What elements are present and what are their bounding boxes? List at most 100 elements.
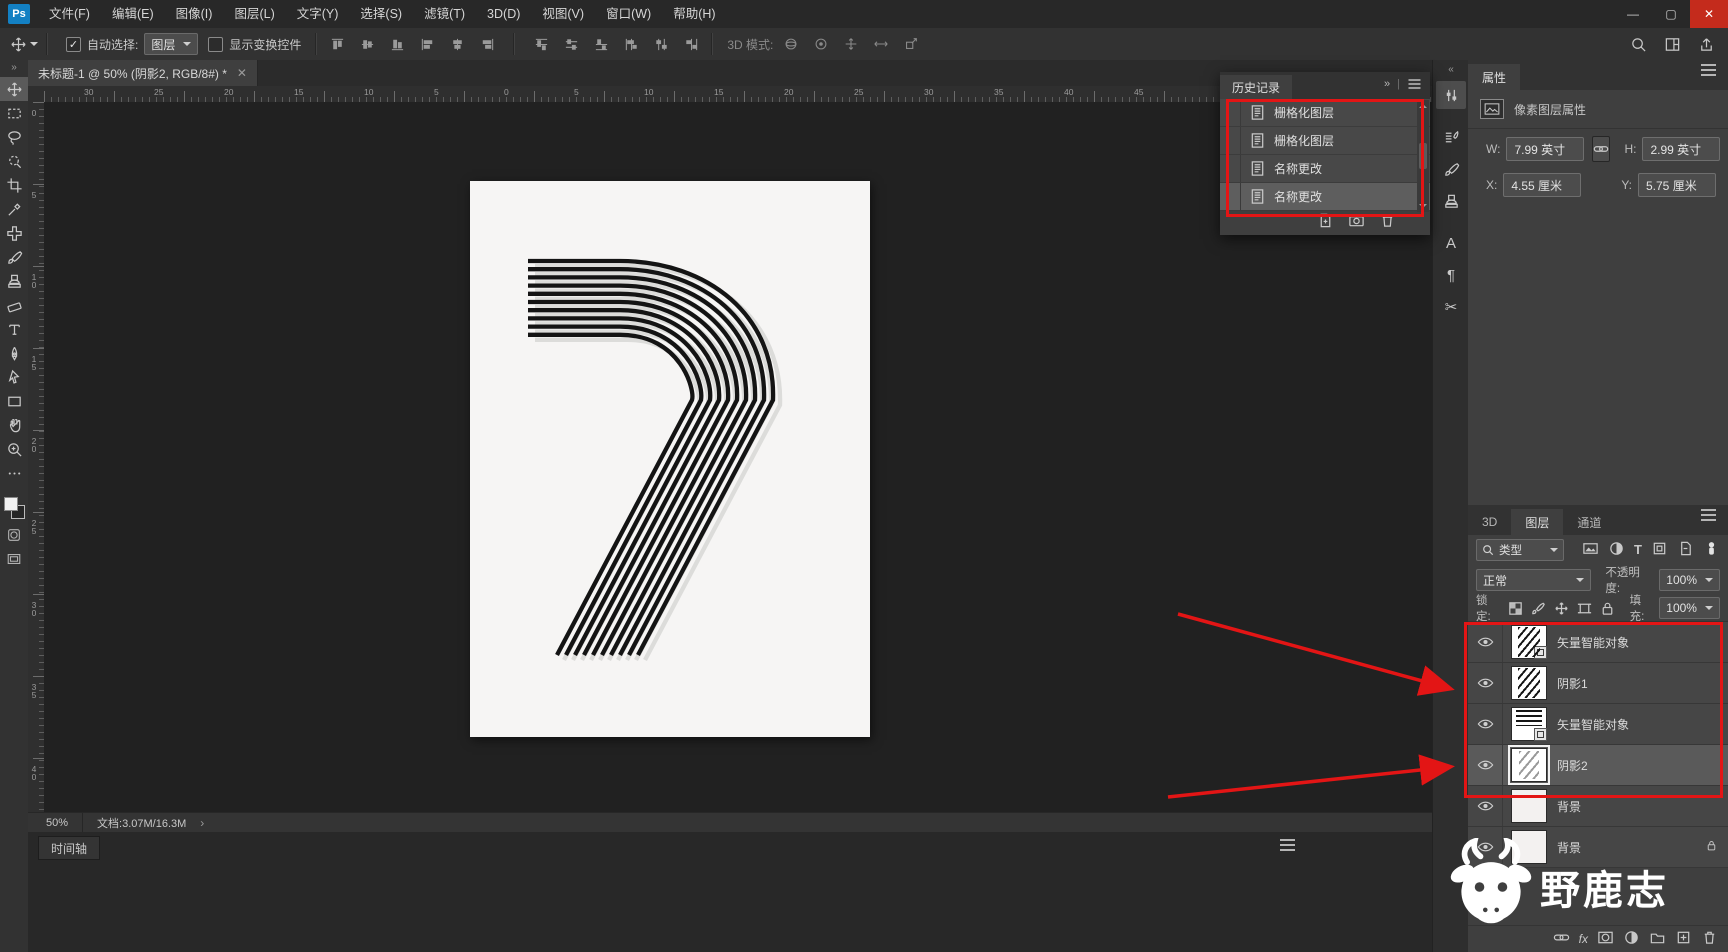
layer-row-5[interactable]: 背景: [1468, 827, 1728, 868]
new-snapshot-icon[interactable]: [1348, 212, 1365, 232]
menu-item-10[interactable]: 帮助(H): [662, 7, 726, 21]
fill-dropdown[interactable]: 100%: [1659, 597, 1720, 619]
new-layer-icon[interactable]: [1675, 929, 1692, 949]
dist-top-icon[interactable]: [529, 32, 553, 56]
properties-menu-icon[interactable]: [1701, 69, 1716, 71]
minimize-button-icon[interactable]: —: [1614, 0, 1652, 28]
dock-clone-source-icon[interactable]: [1436, 187, 1466, 215]
snapshot-source-checkbox[interactable]: [1220, 127, 1241, 154]
adjustment-filter-icon[interactable]: [1608, 540, 1625, 560]
layer-mask-icon[interactable]: [1597, 929, 1614, 949]
auto-select-checkbox[interactable]: ✓: [66, 36, 81, 52]
x-field[interactable]: 4.55 厘米: [1503, 173, 1582, 197]
dist-right-icon[interactable]: [679, 32, 703, 56]
document-tab[interactable]: 未标题-1 @ 50% (阴影2, RGB/8#) * ✕: [28, 60, 258, 86]
layer-row-1[interactable]: 阴影1: [1468, 663, 1728, 704]
menu-item-6[interactable]: 滤镜(T): [413, 7, 476, 21]
layer-name[interactable]: 矢量智能对象: [1557, 634, 1629, 651]
rectangular-marquee-tool-icon[interactable]: [0, 101, 28, 125]
menu-item-4[interactable]: 文字(Y): [286, 7, 350, 21]
smart-object-filter-icon[interactable]: [1677, 540, 1694, 560]
dist-vcenter-icon[interactable]: [559, 32, 583, 56]
3d-roll-icon[interactable]: [809, 32, 833, 56]
tab-3D[interactable]: 3D: [1468, 509, 1511, 535]
layer-thumbnail[interactable]: [1508, 745, 1550, 785]
lock-paint-icon[interactable]: [1529, 600, 1549, 617]
height-field[interactable]: 2.99 英寸: [1642, 137, 1721, 161]
new-document-from-state-icon[interactable]: [1317, 212, 1334, 232]
layer-name[interactable]: 矢量智能对象: [1557, 716, 1629, 733]
tab-properties[interactable]: 属性: [1468, 64, 1521, 90]
close-button-icon[interactable]: ✕: [1690, 0, 1728, 28]
close-tab-icon[interactable]: ✕: [237, 66, 247, 80]
menu-item-8[interactable]: 视图(V): [531, 7, 595, 21]
auto-select-target-dropdown[interactable]: 图层: [144, 33, 199, 55]
pen-tool-icon[interactable]: [0, 341, 28, 365]
3d-scale-icon[interactable]: [899, 32, 923, 56]
blend-mode-dropdown[interactable]: 正常: [1476, 569, 1592, 591]
brush-tool-icon[interactable]: [0, 245, 28, 269]
zoom-tool-icon[interactable]: [0, 437, 28, 461]
layer-filter-dropdown[interactable]: 类型: [1476, 539, 1565, 561]
layer-name[interactable]: 背景: [1557, 839, 1581, 856]
layer-effects-icon[interactable]: fx: [1579, 932, 1588, 946]
3d-rotate-icon[interactable]: [779, 32, 803, 56]
eraser-tool-icon[interactable]: [0, 293, 28, 317]
clone-stamp-tool-icon[interactable]: [0, 269, 28, 293]
tab-图层[interactable]: 图层: [1511, 509, 1564, 535]
layer-thumbnail[interactable]: [1511, 625, 1547, 659]
opacity-dropdown[interactable]: 100%: [1659, 569, 1720, 591]
lasso-tool-icon[interactable]: [0, 125, 28, 149]
type-filter-icon[interactable]: T: [1634, 543, 1642, 557]
crop-tool-icon[interactable]: [0, 173, 28, 197]
lock-transparent-icon[interactable]: [1506, 600, 1526, 617]
timeline-menu-icon[interactable]: [1280, 844, 1295, 846]
lock-position-icon[interactable]: [1552, 600, 1572, 617]
dock-brush-settings-icon[interactable]: [1436, 123, 1466, 151]
zoom-level-field[interactable]: 50%: [28, 813, 84, 833]
align-vcenter-icon[interactable]: [355, 32, 379, 56]
snapshot-source-checkbox[interactable]: [1220, 99, 1241, 126]
visibility-eye-icon[interactable]: [1468, 622, 1503, 662]
link-layers-icon[interactable]: [1553, 929, 1570, 949]
move-tool-icon[interactable]: [0, 77, 28, 101]
menu-item-5[interactable]: 选择(S): [349, 7, 413, 21]
foreground-color-swatch[interactable]: [4, 497, 18, 511]
align-bottom-icon[interactable]: [385, 32, 409, 56]
align-hcenter-icon[interactable]: [445, 32, 469, 56]
history-step-2[interactable]: 名称更改: [1220, 155, 1430, 183]
visibility-eye-icon[interactable]: [1468, 786, 1503, 826]
show-transform-checkbox[interactable]: ✓: [208, 36, 224, 52]
lock-all-icon[interactable]: [1598, 600, 1618, 617]
shape-filter-icon[interactable]: [1651, 540, 1668, 560]
tab-history[interactable]: 历史记录: [1220, 75, 1293, 99]
align-right-icon[interactable]: [475, 32, 499, 56]
hand-tool-icon[interactable]: [0, 413, 28, 437]
layer-row-2[interactable]: 矢量智能对象: [1468, 704, 1728, 745]
eyedropper-tool-icon[interactable]: [0, 197, 28, 221]
document-canvas[interactable]: [470, 181, 870, 737]
image-filter-icon[interactable]: [1582, 540, 1599, 560]
history-step-3[interactable]: 名称更改: [1220, 183, 1430, 211]
layer-group-icon[interactable]: [1649, 929, 1666, 949]
layer-row-3[interactable]: 阴影2: [1468, 745, 1728, 786]
tab-通道[interactable]: 通道: [1563, 509, 1615, 535]
dock-character-icon[interactable]: A: [1436, 229, 1466, 257]
snapshot-source-checkbox[interactable]: [1220, 155, 1241, 182]
history-step-1[interactable]: 栅格化图层: [1220, 127, 1430, 155]
history-step-0[interactable]: 栅格化图层: [1220, 99, 1430, 127]
color-swatches[interactable]: [0, 493, 28, 523]
path-selection-tool-icon[interactable]: [0, 365, 28, 389]
layer-thumbnail[interactable]: [1511, 789, 1547, 823]
dock-annotate-icon[interactable]: ✂: [1436, 293, 1466, 321]
adjustment-layer-icon[interactable]: [1623, 929, 1640, 949]
delete-layer-icon[interactable]: [1701, 929, 1718, 949]
align-top-icon[interactable]: [325, 32, 349, 56]
dist-left-icon[interactable]: [619, 32, 643, 56]
dock-paragraph-icon[interactable]: ¶: [1436, 261, 1466, 289]
visibility-eye-icon[interactable]: [1468, 745, 1503, 785]
share-icon[interactable]: [1694, 32, 1718, 56]
scroll-up-icon[interactable]: [1419, 100, 1427, 108]
align-left-icon[interactable]: [415, 32, 439, 56]
screen-mode-icon[interactable]: [0, 547, 28, 571]
